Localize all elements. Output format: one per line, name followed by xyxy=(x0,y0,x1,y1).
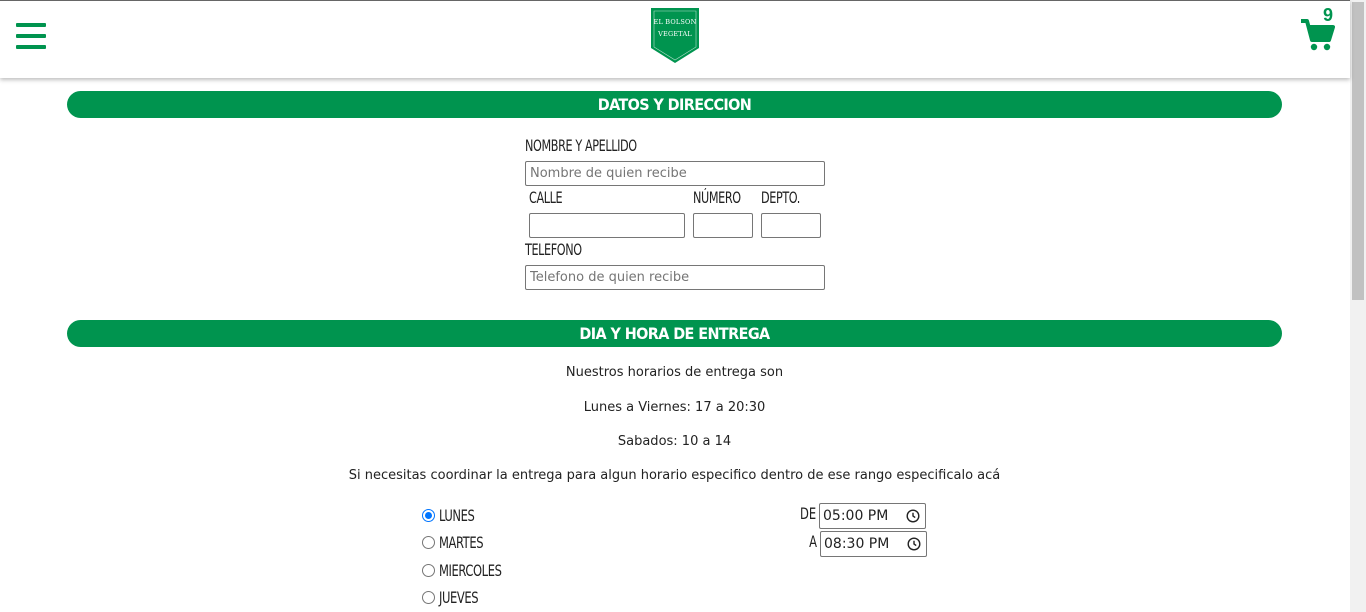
apt-input[interactable] xyxy=(761,213,821,238)
number-input[interactable] xyxy=(693,213,753,238)
street-label: CALLE xyxy=(529,188,563,207)
name-label: NOMBRE Y APELLIDO xyxy=(525,136,637,155)
to-label: A xyxy=(809,532,817,551)
radio-jueves[interactable] xyxy=(422,590,435,604)
radio-lunes[interactable] xyxy=(422,508,435,522)
day-option-miercoles[interactable]: MIERCOLES xyxy=(422,559,517,581)
clock-icon[interactable] xyxy=(907,537,921,551)
weekday-hours-text: Lunes a Viernes: 17 a 20:30 xyxy=(583,400,766,415)
brand-logo[interactable]: EL BOLSON VEGETAL xyxy=(651,8,699,64)
day-label-lunes: LUNES xyxy=(439,505,475,525)
clock-icon[interactable] xyxy=(906,509,920,523)
saturday-hours-text: Sabados: 10 a 14 xyxy=(617,434,732,449)
logo-text: EL BOLSON VEGETAL xyxy=(651,16,699,40)
top-header: EL BOLSON VEGETAL 9 xyxy=(0,0,1350,78)
day-label-martes: MARTES xyxy=(439,532,484,552)
day-option-lunes[interactable]: LUNES xyxy=(422,504,483,526)
phone-input[interactable] xyxy=(525,265,825,290)
page-scrollbar[interactable] xyxy=(1350,0,1366,612)
schedule-note-text: Si necesitas coordinar la entrega para a… xyxy=(348,468,1001,483)
number-label: NÚMERO xyxy=(693,188,741,207)
day-option-martes[interactable]: MARTES xyxy=(422,531,494,553)
street-input[interactable] xyxy=(529,213,685,238)
from-time-value: 05:00 PM xyxy=(823,508,889,524)
name-input[interactable] xyxy=(525,161,825,186)
phone-label: TELEFONO xyxy=(525,240,582,259)
day-label-jueves: JUEVES xyxy=(439,587,479,607)
section-title-entrega: DIA Y HORA DE ENTREGA xyxy=(67,320,1282,347)
hamburger-menu-icon[interactable] xyxy=(16,23,46,53)
cart-count-badge: 9 xyxy=(1323,5,1334,25)
day-option-jueves[interactable]: JUEVES xyxy=(422,586,488,608)
from-label: DE xyxy=(800,504,817,523)
radio-miercoles[interactable] xyxy=(422,563,435,577)
scrollbar-thumb[interactable] xyxy=(1352,2,1364,300)
apt-label: DEPTO. xyxy=(761,188,800,207)
radio-martes[interactable] xyxy=(422,535,435,549)
to-time-input[interactable]: 08:30 PM xyxy=(820,531,927,557)
day-label-miercoles: MIERCOLES xyxy=(439,560,502,580)
section-title-datos: DATOS Y DIRECCION xyxy=(67,91,1282,118)
to-time-value: 08:30 PM xyxy=(824,536,890,552)
schedule-intro-text: Nuestros horarios de entrega son xyxy=(565,365,784,380)
logo-line-2: VEGETAL xyxy=(658,30,692,38)
logo-line-1: EL BOLSON xyxy=(653,18,697,26)
from-time-input[interactable]: 05:00 PM xyxy=(819,503,926,529)
